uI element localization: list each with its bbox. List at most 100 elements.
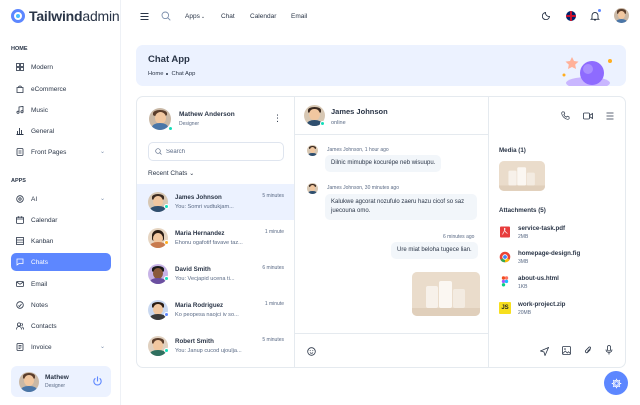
sidebar-item-label: Music (31, 106, 48, 114)
sidebar-item-music[interactable]: Music (11, 101, 111, 119)
avatar (148, 300, 168, 320)
image-thumbnail-icon (412, 272, 480, 316)
chat-contact-item[interactable]: David Smith You: Vecjapid ucena ti... 6 m… (137, 256, 294, 292)
music-icon (16, 106, 24, 114)
chevron-down-icon: ⌄ (99, 344, 105, 350)
conversation-contact-status: online (331, 120, 346, 126)
sidebar-item-modern[interactable]: Modern (11, 58, 111, 76)
moon-icon[interactable] (542, 11, 551, 20)
sidebar-item-notes[interactable]: Notes (11, 296, 111, 314)
chat-app: Mathew Anderson Designer ⋮ Recent Chats … (136, 96, 626, 368)
breadcrumb-current: Chat App (171, 71, 196, 77)
status-dot (320, 121, 325, 126)
menu-icon[interactable] (140, 12, 149, 21)
sidebar-item-ecommerce[interactable]: eCommerce (11, 80, 111, 98)
chat-contact-item[interactable]: Maria Hernandez Ehonu ogafotif favave taz… (137, 220, 294, 256)
search-box (148, 142, 284, 161)
sidebar-item-ai[interactable]: AI ⌄ (11, 190, 111, 208)
menu-lines-icon[interactable] (606, 112, 614, 120)
media-thumbnail[interactable] (499, 161, 545, 191)
search-input[interactable] (166, 148, 276, 155)
microphone-icon[interactable] (605, 345, 613, 355)
sidebar-item-label: eCommerce (31, 85, 67, 93)
section-label-home: HOME (11, 46, 28, 52)
sidebar-item-invoice[interactable]: Invoice ⌄ (11, 338, 111, 356)
sidebar-user-role: Designer (45, 383, 66, 389)
sidebar-item-calendar[interactable]: Calendar (11, 211, 111, 229)
logo[interactable]: Tailwindadmin (11, 8, 120, 24)
sidebar-item-chats[interactable]: Chats (11, 253, 111, 271)
avatar (148, 336, 168, 356)
chat-list: Mathew Anderson Designer ⋮ Recent Chats … (137, 97, 295, 367)
sidebar-user-name: Mathew (45, 374, 69, 381)
sidebar-user-card: Mathew Designer (11, 366, 111, 397)
sidebar-item-front-pages[interactable]: Front Pages ⌄ (11, 143, 111, 161)
chevron-down-icon: ⌄ (99, 196, 105, 202)
mail-icon (16, 280, 24, 288)
conversation-panel: James Johnson online James Johnson, 1 ho… (295, 97, 549, 367)
sidebar-item-kanban[interactable]: Kanban (11, 232, 111, 250)
language-flag-icon[interactable] (566, 11, 576, 21)
avatar (148, 264, 168, 284)
avatar (148, 228, 168, 248)
sidebar-item-contacts[interactable]: Contacts (11, 317, 111, 335)
banner-illustration-icon (562, 57, 612, 86)
figma-icon (499, 276, 511, 288)
logo-icon (11, 9, 25, 23)
attachment-item[interactable]: homepage-design.fig 3MB (499, 246, 625, 268)
media-title: Media (1) (499, 147, 526, 154)
video-icon[interactable] (583, 112, 593, 120)
recent-chats-dropdown[interactable]: Recent Chats ⌄ (148, 170, 194, 177)
chart-icon (16, 127, 24, 135)
contacts-icon (16, 322, 24, 330)
chat-contact-item[interactable]: James Johnson You: Somri vudtukjam... 5 m… (137, 184, 294, 220)
sidebar-item-label: Calendar (31, 216, 58, 224)
chat-contact-item[interactable]: Robert Smith You: Janup cucod ujoulja... … (137, 328, 294, 364)
online-status-dot (168, 126, 173, 131)
topbar-link-email[interactable]: Email (291, 13, 307, 20)
sidebar-item-general[interactable]: General (11, 122, 111, 140)
more-vertical-icon[interactable]: ⋮ (273, 113, 282, 124)
message-photo[interactable] (412, 272, 480, 316)
topbar-link-chat[interactable]: Chat (221, 13, 235, 20)
pdf-icon (499, 226, 511, 238)
sidebar-item-label: Chats (31, 258, 48, 266)
breadcrumb: Home Chat App (148, 71, 195, 77)
topbar-link-calendar[interactable]: Calendar (250, 13, 276, 20)
attachment-icon[interactable] (584, 346, 593, 355)
bell-icon[interactable] (590, 11, 600, 21)
avatar (307, 183, 318, 194)
attachment-item[interactable]: service-task.pdf 2MB (499, 221, 625, 243)
breadcrumb-home[interactable]: Home (148, 71, 163, 77)
kanban-icon (16, 237, 24, 245)
current-user-role: Designer (179, 121, 200, 127)
topbar-link-apps[interactable]: Apps⌄ (185, 13, 205, 20)
settings-fab-button[interactable] (604, 371, 628, 395)
chat-contact-item[interactable]: Maria Rodriguez Ko peopesa naojci iv so..… (137, 292, 294, 328)
attachment-item[interactable]: about-us.html 1KB (499, 271, 625, 293)
sidebar-item-label: AI (31, 195, 38, 203)
conversation-header: James Johnson online (295, 97, 489, 135)
notes-icon (16, 301, 24, 309)
attachment-item[interactable]: JS work-project.zip 20MB (499, 297, 625, 319)
message-bubble: Dilnic mimubpe kocurépe neb wisuupu. (325, 155, 442, 172)
sidebar-item-label: Invoice (31, 343, 52, 351)
chevron-down-icon: ⌄ (200, 14, 206, 20)
header-avatar[interactable] (614, 8, 629, 23)
phone-icon[interactable] (561, 111, 570, 120)
bag-icon (16, 85, 24, 93)
search-icon[interactable] (161, 11, 171, 21)
sidebar-item-label: Email (31, 280, 48, 288)
status-dot (164, 348, 169, 353)
image-icon[interactable] (562, 346, 571, 355)
power-icon[interactable] (92, 376, 103, 387)
message-meta: James Johnson, 1 hour ago (327, 147, 389, 153)
sidebar-item-label: Front Pages (31, 148, 67, 156)
js-icon: JS (499, 302, 511, 314)
avatar[interactable] (19, 371, 39, 392)
sidebar-item-email[interactable]: Email (11, 275, 111, 293)
avatar (148, 192, 168, 212)
sidebar-item-label: General (31, 127, 55, 135)
conversation-contact-name: James Johnson (331, 107, 388, 116)
emoji-icon[interactable] (307, 347, 316, 356)
